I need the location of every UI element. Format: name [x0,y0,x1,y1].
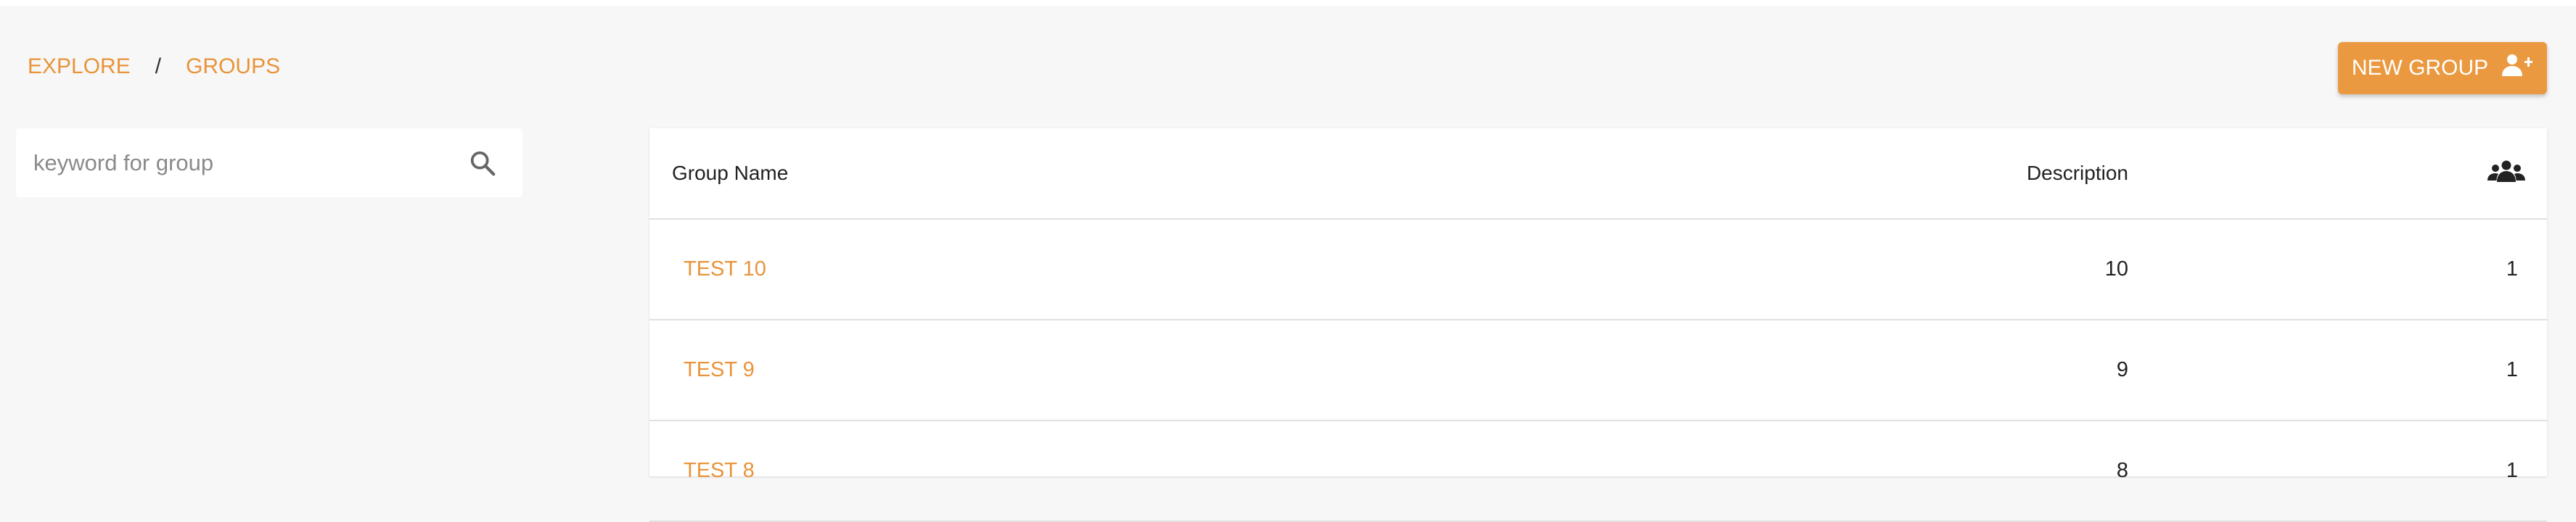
breadcrumb: EXPLORE / GROUPS [28,52,280,81]
group-member-count: 1 [2506,459,2518,482]
group-member-count: 1 [2506,358,2518,381]
groups-table: Group Name Description TEST 10 10 1 TEST… [649,128,2547,522]
search-box [16,128,522,197]
breadcrumb-separator: / [155,54,162,78]
table-header: Group Name Description [649,128,2547,220]
group-name-link[interactable]: TEST 9 [684,358,755,382]
table-row[interactable]: TEST 8 8 1 [649,421,2547,522]
new-group-label: NEW GROUP [2351,56,2489,80]
people-icon [2487,160,2525,182]
group-name-link[interactable]: TEST 10 [684,257,766,281]
table-row[interactable]: TEST 9 9 1 [649,320,2547,421]
group-description: 10 [2104,257,2128,281]
group-description: 8 [2116,459,2128,482]
group-name-link[interactable]: TEST 8 [684,459,755,483]
person-add-icon [2501,53,2533,83]
breadcrumb-groups[interactable]: GROUPS [186,54,280,79]
table-row[interactable]: TEST 10 10 1 [649,220,2547,320]
top-strip [0,0,2576,6]
breadcrumb-explore[interactable]: EXPLORE [28,54,131,79]
new-group-button[interactable]: NEW GROUP [2338,42,2547,94]
search-icon[interactable] [466,146,499,180]
group-member-count: 1 [2506,257,2518,281]
column-header-group-name[interactable]: Group Name [672,162,788,185]
column-header-description[interactable]: Description [2027,162,2128,185]
search-input[interactable] [33,149,466,176]
group-description: 9 [2116,358,2128,381]
